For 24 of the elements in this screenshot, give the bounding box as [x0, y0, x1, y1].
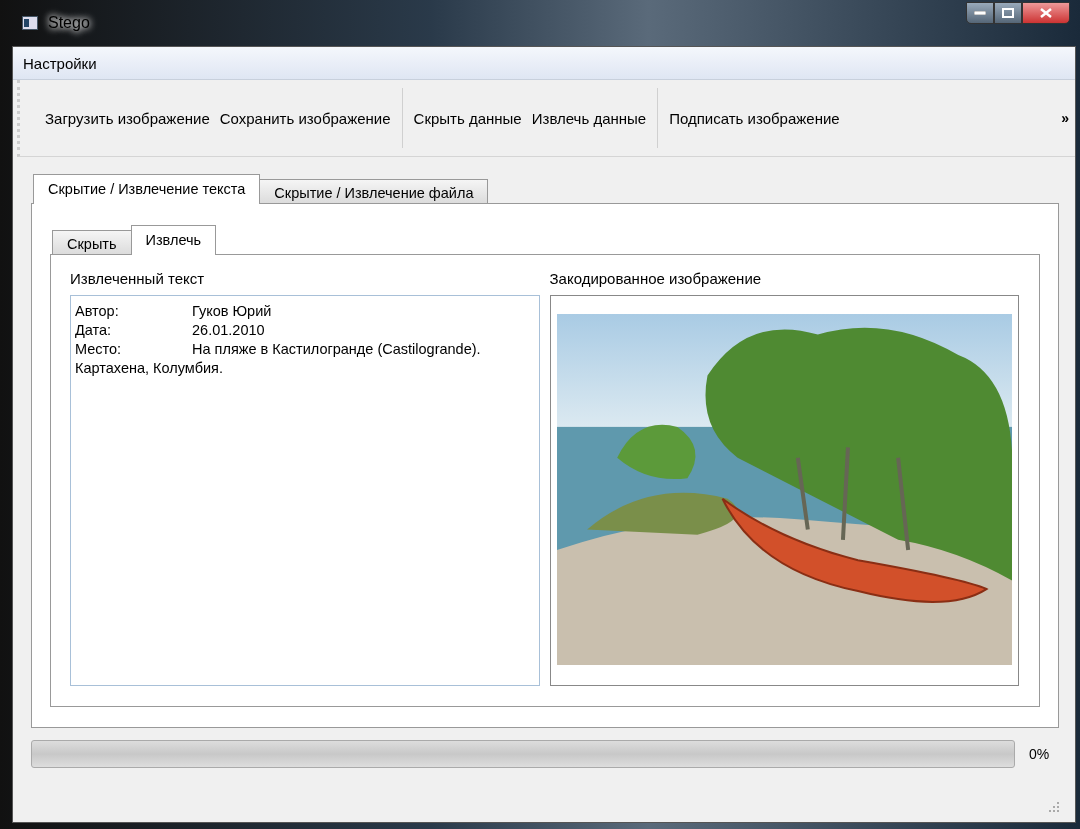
menu-item[interactable]: Настройки	[19, 51, 101, 75]
field-label: Закодированное изображение	[549, 269, 763, 289]
toolbar-button[interactable]: Загрузить изображение	[40, 105, 215, 131]
tab[interactable]: Скрыть	[52, 230, 132, 254]
maximize-button[interactable]	[994, 2, 1022, 24]
window-title: Stego	[48, 14, 90, 32]
toolbar-button[interactable]: Подписать изображение	[664, 105, 845, 131]
progress-percentage: 0%	[1029, 746, 1051, 762]
tab[interactable]: Скрытие / Извлечение файла	[259, 179, 489, 203]
maximize-icon	[1002, 8, 1014, 18]
toolbar-button[interactable]: Сохранить изображение	[214, 105, 396, 131]
field-label: Извлеченный текст	[70, 269, 206, 289]
tab[interactable]: Извлечь	[130, 225, 217, 255]
toolbar-overflow-button[interactable]: »	[1061, 110, 1069, 126]
resize-grip-icon	[1049, 802, 1059, 812]
toolbar-button[interactable]: Скрыть данные	[408, 105, 527, 131]
minimize-button[interactable]	[966, 2, 994, 24]
app-icon	[22, 16, 38, 30]
minimize-icon	[974, 11, 986, 15]
close-icon	[1040, 8, 1052, 18]
close-button[interactable]	[1022, 2, 1070, 24]
text-area[interactable]: Автор: Гуков Юрий Дата: 26.01.2010 Место: На пляже в Кастилогранде (Castilogrande). Картахена, Колумбия.	[70, 295, 540, 686]
tab[interactable]: Скрытие / Извлечение текста	[33, 174, 261, 204]
toolbar-button[interactable]: Извлечь данные	[526, 105, 652, 131]
